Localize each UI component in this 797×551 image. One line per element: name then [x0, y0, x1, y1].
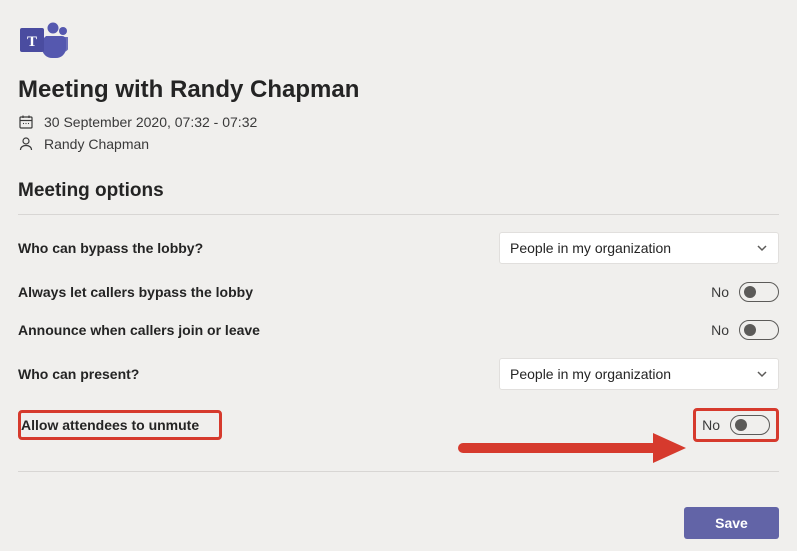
- option-label: Allow attendees to unmute: [21, 417, 211, 433]
- option-announce: Announce when callers join or leave No: [18, 311, 779, 349]
- chevron-down-icon: [756, 368, 768, 380]
- chevron-down-icon: [756, 242, 768, 254]
- option-label: Who can present?: [18, 366, 139, 382]
- option-label: Announce when callers join or leave: [18, 322, 260, 338]
- highlight-annotation: No: [693, 408, 779, 442]
- meeting-organizer: Randy Chapman: [44, 136, 149, 152]
- option-label: Always let callers bypass the lobby: [18, 284, 253, 300]
- save-button[interactable]: Save: [684, 507, 779, 539]
- dropdown-value: People in my organization: [510, 366, 671, 382]
- svg-text:T: T: [27, 34, 37, 50]
- option-unmute: Allow attendees to unmute No: [18, 399, 779, 451]
- meeting-organizer-row: Randy Chapman: [18, 136, 779, 152]
- unmute-toggle[interactable]: [730, 415, 770, 435]
- option-presenter: Who can present? People in my organizati…: [18, 349, 779, 399]
- teams-logo-icon: T: [18, 18, 68, 58]
- meeting-title: Meeting with Randy Chapman: [18, 76, 779, 104]
- bypass-lobby-dropdown[interactable]: People in my organization: [499, 232, 779, 264]
- divider: [18, 214, 779, 215]
- dropdown-value: People in my organization: [510, 240, 671, 256]
- toggle-value: No: [711, 322, 729, 338]
- toggle-value: No: [702, 417, 720, 433]
- divider: [18, 471, 779, 472]
- option-bypass-lobby: Who can bypass the lobby? People in my o…: [18, 223, 779, 273]
- announce-toggle[interactable]: [739, 320, 779, 340]
- presenter-dropdown[interactable]: People in my organization: [499, 358, 779, 390]
- section-title: Meeting options: [18, 180, 779, 202]
- person-icon: [18, 136, 34, 152]
- meeting-datetime-row: 30 September 2020, 07:32 - 07:32: [18, 114, 779, 130]
- callers-bypass-toggle[interactable]: [739, 282, 779, 302]
- calendar-icon: [18, 114, 34, 130]
- toggle-value: No: [711, 284, 729, 300]
- meeting-datetime: 30 September 2020, 07:32 - 07:32: [44, 114, 257, 130]
- option-callers-bypass: Always let callers bypass the lobby No: [18, 273, 779, 311]
- highlight-annotation: Allow attendees to unmute: [18, 410, 222, 440]
- option-label: Who can bypass the lobby?: [18, 240, 203, 256]
